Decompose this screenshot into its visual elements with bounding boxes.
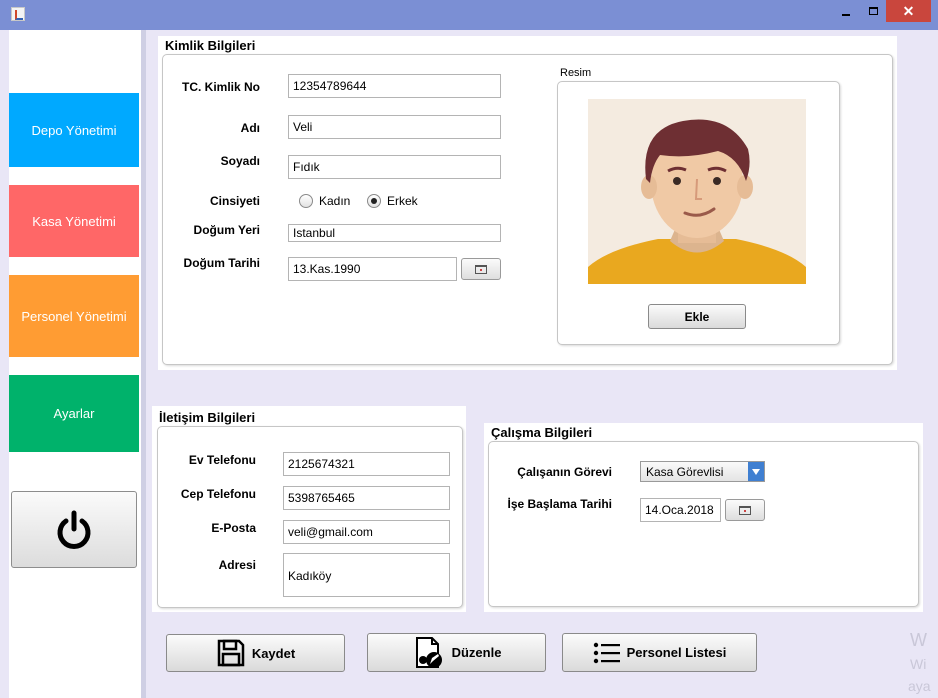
eposta-label: E-Posta	[211, 521, 256, 535]
maximize-icon	[868, 7, 878, 15]
dogum-tarihi-input[interactable]: 13.Kas.1990	[288, 257, 457, 281]
tc-label: TC. Kimlik No	[181, 80, 260, 94]
cinsiyet-label: Cinsiyeti	[209, 194, 260, 208]
resim-label: Resim	[560, 67, 592, 79]
nav-kasa-yonetimi[interactable]: Kasa Yönetimi	[9, 185, 139, 257]
minimize-icon	[842, 14, 850, 16]
kaydet-label: Kaydet	[251, 645, 296, 661]
ekle-label: Ekle	[684, 309, 710, 324]
adres-input[interactable]: Kadıköy	[283, 553, 450, 597]
ev-telefonu-input[interactable]: 2125674321	[283, 452, 450, 476]
edit-document-icon	[415, 636, 442, 668]
nav-label: Depo Yönetimi	[31, 122, 117, 138]
window-titlebar: ✕	[0, 0, 938, 30]
ise-baslama-input[interactable]: 14.Oca.2018	[640, 498, 721, 522]
chevron-down-icon	[748, 462, 764, 481]
sidebar: Depo Yönetimi Kasa Yönetimi Personel Yön…	[9, 30, 141, 698]
sidebar-separator	[141, 30, 146, 698]
person-avatar-icon	[588, 99, 806, 284]
profile-photo	[588, 99, 806, 284]
cep-telefonu-label: Cep Telefonu	[180, 487, 256, 501]
dogum-tarihi-calendar-button[interactable]	[461, 258, 501, 280]
iletisim-title: İletişim Bilgileri	[159, 410, 256, 425]
cep-telefonu-input[interactable]: 5398765465	[283, 486, 450, 510]
close-icon: ✕	[902, 2, 915, 19]
close-button[interactable]: ✕	[886, 0, 931, 22]
eposta-input[interactable]: veli@gmail.com	[283, 520, 450, 544]
radio-erkek-label: Erkek	[387, 194, 418, 208]
calisma-title: Çalışma Bilgileri	[491, 425, 593, 440]
radio-unchecked-icon	[299, 194, 313, 208]
duzenle-label: Düzenle	[451, 645, 502, 660]
nav-personel-yonetimi[interactable]: Personel Yönetimi	[9, 275, 139, 357]
dogum-yeri-input[interactable]: Istanbul	[288, 224, 501, 242]
kimlik-title: Kimlik Bilgileri	[165, 38, 256, 53]
radio-kadin[interactable]: Kadın	[299, 194, 350, 208]
watermark-line2: Wi	[910, 656, 927, 672]
gorev-label: Çalışanın Görevi	[517, 465, 612, 479]
tc-kimlik-input[interactable]: 12354789644	[288, 74, 501, 98]
nav-label: Personel Yönetimi	[21, 308, 127, 324]
nav-ayarlar[interactable]: Ayarlar	[9, 375, 139, 452]
watermark-line1: W	[910, 630, 927, 650]
personel-listesi-button[interactable]: Personel Listesi	[562, 633, 757, 672]
save-icon	[217, 639, 245, 667]
maximize-button[interactable]	[860, 0, 886, 22]
ev-telefonu-label: Ev Telefonu	[188, 453, 256, 467]
personel-listesi-label: Personel Listesi	[626, 645, 727, 660]
dogum-yeri-label: Doğum Yeri	[193, 223, 260, 237]
radio-erkek[interactable]: Erkek	[367, 194, 418, 208]
ise-baslama-calendar-button[interactable]	[725, 499, 765, 521]
calendar-icon	[739, 505, 751, 515]
list-icon	[593, 642, 620, 663]
duzenle-button[interactable]: Düzenle	[367, 633, 546, 672]
watermark-line3: aya	[908, 678, 931, 694]
nav-depo-yonetimi[interactable]: Depo Yönetimi	[9, 93, 139, 167]
nav-label: Kasa Yönetimi	[32, 213, 116, 229]
gorev-selected-value: Kasa Görevlisi	[646, 465, 724, 479]
ad-input[interactable]: Veli	[288, 115, 501, 139]
java-app-icon	[11, 7, 25, 21]
kaydet-button[interactable]: Kaydet	[166, 634, 345, 672]
power-button[interactable]	[11, 491, 137, 568]
minimize-button[interactable]	[832, 0, 860, 22]
gorev-select[interactable]: Kasa Görevlisi	[640, 461, 765, 482]
ad-label: Adı	[240, 121, 260, 135]
ekle-button[interactable]: Ekle	[648, 304, 746, 329]
adres-label: Adresi	[218, 558, 256, 572]
calendar-icon	[475, 264, 487, 274]
power-icon	[57, 510, 91, 549]
radio-checked-icon	[367, 194, 381, 208]
soyad-input[interactable]: Fıdık	[288, 155, 501, 179]
dogum-tarihi-label: Doğum Tarihi	[183, 256, 260, 270]
radio-kadin-label: Kadın	[319, 194, 351, 208]
nav-label: Ayarlar	[53, 406, 95, 421]
soyad-label: Soyadı	[220, 154, 260, 168]
ise-baslama-label: İşe Başlama Tarihi	[507, 497, 613, 511]
